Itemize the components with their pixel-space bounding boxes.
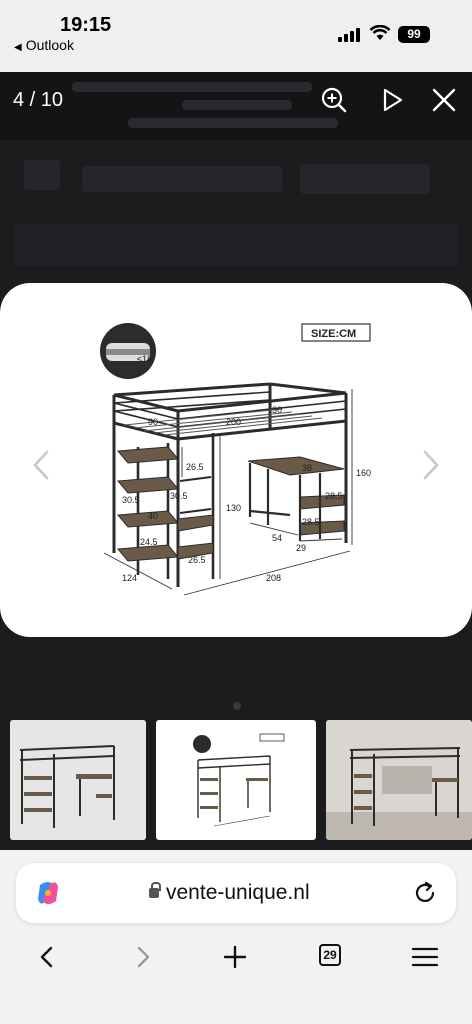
new-tab-plus-button[interactable] — [218, 940, 252, 974]
play-slideshow-button[interactable] — [378, 86, 406, 114]
dim-depth: 124 — [122, 573, 137, 583]
browser-back-button[interactable] — [30, 940, 64, 974]
dim-shelf-depth: 24.5 — [140, 537, 158, 547]
back-app-label: Outlook — [25, 37, 74, 53]
product-image-card[interactable]: ≤18 SIZE:CM 30 200 90 38 160 26.5 30.5 3… — [0, 283, 472, 637]
dim-length: 208 — [266, 573, 281, 583]
cellular-signal-icon — [338, 28, 362, 42]
tabs-count-button[interactable]: 29 — [319, 944, 341, 966]
background-text-blur — [182, 100, 292, 110]
image-counter: 4 / 10 — [13, 89, 64, 111]
background-page-blur — [14, 224, 458, 266]
previous-image-button[interactable] — [30, 448, 52, 482]
back-triangle-icon: ◀ — [14, 42, 22, 53]
dim-bed-width: 90 — [148, 417, 158, 427]
next-image-button[interactable] — [420, 448, 442, 482]
dim-desk-top: 38 — [302, 463, 312, 473]
dim-shelf-height: 26.5 — [188, 555, 206, 565]
zoom-in-button[interactable] — [320, 86, 348, 114]
dim-under-height: 130 — [226, 503, 241, 513]
background-page-blur — [24, 160, 60, 190]
dim-step-3: 30.5 — [170, 491, 188, 501]
background-page-blur — [300, 164, 430, 194]
pagination-dot — [233, 702, 241, 710]
status-bar: 19:15 ◀ Outlook 99 — [0, 0, 472, 72]
thumbnail-5[interactable] — [326, 720, 472, 840]
reload-icon[interactable] — [412, 880, 438, 906]
status-time: 19:15 — [60, 14, 112, 36]
dim-height: 160 — [356, 468, 371, 478]
wifi-icon — [369, 25, 391, 40]
browser-forward-button[interactable] — [126, 940, 160, 974]
thumbnail-3[interactable] — [10, 720, 146, 840]
lock-icon — [149, 882, 161, 898]
dim-shelf-width: 40 — [148, 511, 158, 521]
loft-bed-dimension-diagram: ≤18 SIZE:CM 30 200 90 38 160 26.5 30.5 3… — [100, 323, 371, 596]
battery-indicator: 99 — [398, 26, 430, 43]
thumbnail-4-selected[interactable] — [156, 720, 316, 840]
background-page-blur — [82, 166, 282, 192]
background-text-blur — [72, 82, 312, 92]
size-unit-label: SIZE:CM — [311, 328, 356, 340]
dim-bed-length: 200 — [226, 417, 241, 427]
thumbnail-room-photo-image — [326, 720, 472, 840]
dim-rail: 30 — [272, 405, 282, 415]
copilot-icon[interactable] — [34, 879, 62, 907]
dim-step-2: 30.5 — [122, 495, 140, 505]
dim-desk-depth: 29 — [296, 543, 306, 553]
dim-step-1: 26.5 — [186, 462, 204, 472]
dim-desk-width: 54 — [272, 533, 282, 543]
dim-desk-h2: 28.5 — [302, 517, 320, 527]
back-to-app-link[interactable]: ◀ Outlook — [14, 37, 74, 53]
menu-icon[interactable] — [408, 940, 442, 974]
url-text[interactable]: vente-unique.nl — [166, 881, 310, 905]
dim-desk-h1: 28.5 — [325, 491, 343, 501]
dim-mattress: ≤18 — [137, 354, 152, 364]
thumbnail-diagram-image — [158, 722, 314, 838]
thumbnail-loft-bed-image — [10, 720, 146, 840]
close-viewer-button[interactable] — [430, 86, 458, 114]
background-text-blur — [128, 118, 338, 128]
